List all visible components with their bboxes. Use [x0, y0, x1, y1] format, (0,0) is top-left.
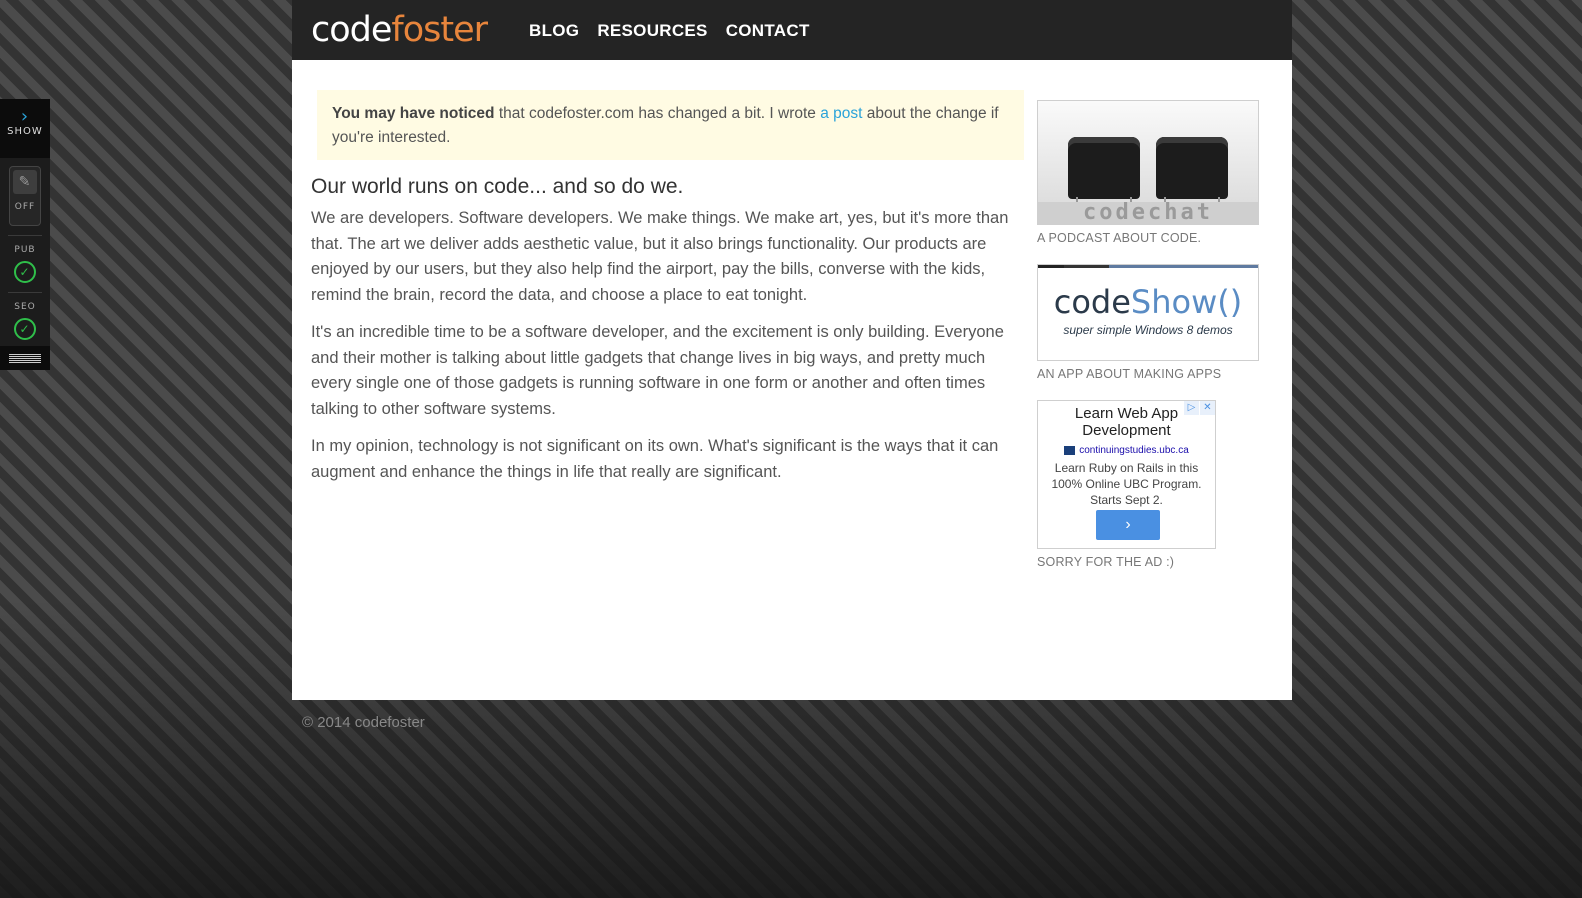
divider [8, 292, 42, 293]
article: Our world runs on code... and so do we. … [311, 172, 1026, 497]
paragraph: We are developers. Software developers. … [311, 209, 1009, 304]
menu-lines-icon[interactable] [0, 346, 50, 370]
codeshow-banner[interactable]: codeShow() super simple Windows 8 demos [1037, 264, 1259, 361]
main-nav: BLOG RESOURCES CONTACT [529, 21, 810, 41]
close-icon[interactable]: ✕ [1200, 401, 1215, 415]
ad-arrow-button[interactable]: › [1096, 510, 1160, 540]
post-link[interactable]: a post [820, 105, 862, 122]
paragraph: In my opinion, technology is not signifi… [311, 437, 999, 481]
site-header: codefoster BLOG RESOURCES CONTACT [292, 0, 1292, 60]
nav-resources[interactable]: RESOURCES [597, 21, 707, 41]
show-label: SHOW [7, 126, 43, 137]
main-content: You may have noticed that codefoster.com… [292, 60, 1292, 700]
ad-url[interactable]: continuingstudies.ubc.ca [1038, 445, 1215, 456]
ad-description: Learn Ruby on Rails in this 100% Online … [1051, 461, 1202, 507]
paragraph: It's an incredible time to be a software… [311, 323, 1004, 418]
show-toggle[interactable]: › SHOW [0, 99, 50, 158]
divider [8, 235, 42, 236]
notice-banner: You may have noticed that codefoster.com… [317, 90, 1024, 160]
editor-toolbar: › SHOW ✎ OFF PUB ✓ SEO ✓ [0, 99, 50, 370]
site-logo[interactable]: codefoster [311, 6, 488, 54]
codechat-banner[interactable]: codechat [1037, 100, 1259, 225]
ad-choices-icon[interactable]: ▷ [1184, 401, 1199, 415]
sidebar: codechat A PODCAST ABOUT CODE. codeShow(… [1037, 100, 1259, 588]
page-container: codefoster BLOG RESOURCES CONTACT You ma… [292, 0, 1292, 700]
codechat-caption: A PODCAST ABOUT CODE. [1037, 231, 1202, 245]
chair-icon [1068, 137, 1140, 209]
pencil-icon: ✎ [13, 170, 37, 194]
chair-icon [1156, 137, 1228, 209]
seo-label: SEO [14, 302, 36, 312]
edit-state: OFF [14, 202, 36, 212]
check-circle-icon[interactable]: ✓ [14, 261, 36, 283]
ad-unit[interactable]: ▷ ✕ Learn Web App Development continuing… [1037, 400, 1216, 549]
footer-copyright: © 2014 codefoster [302, 714, 425, 731]
nav-blog[interactable]: BLOG [529, 21, 579, 41]
nav-contact[interactable]: CONTACT [726, 21, 810, 41]
codeshow-caption: AN APP ABOUT MAKING APPS [1037, 367, 1222, 381]
ubc-icon [1064, 445, 1076, 455]
edit-toggle[interactable]: ✎ OFF [9, 166, 41, 226]
toolbar-body: ✎ OFF PUB ✓ SEO ✓ [0, 158, 50, 346]
ad-caption: SORRY FOR THE AD :) [1037, 555, 1175, 569]
check-circle-icon[interactable]: ✓ [14, 318, 36, 340]
chevron-right-icon: › [20, 106, 30, 127]
pub-label: PUB [14, 245, 36, 255]
page-title: Our world runs on code... and so do we. [311, 175, 684, 198]
